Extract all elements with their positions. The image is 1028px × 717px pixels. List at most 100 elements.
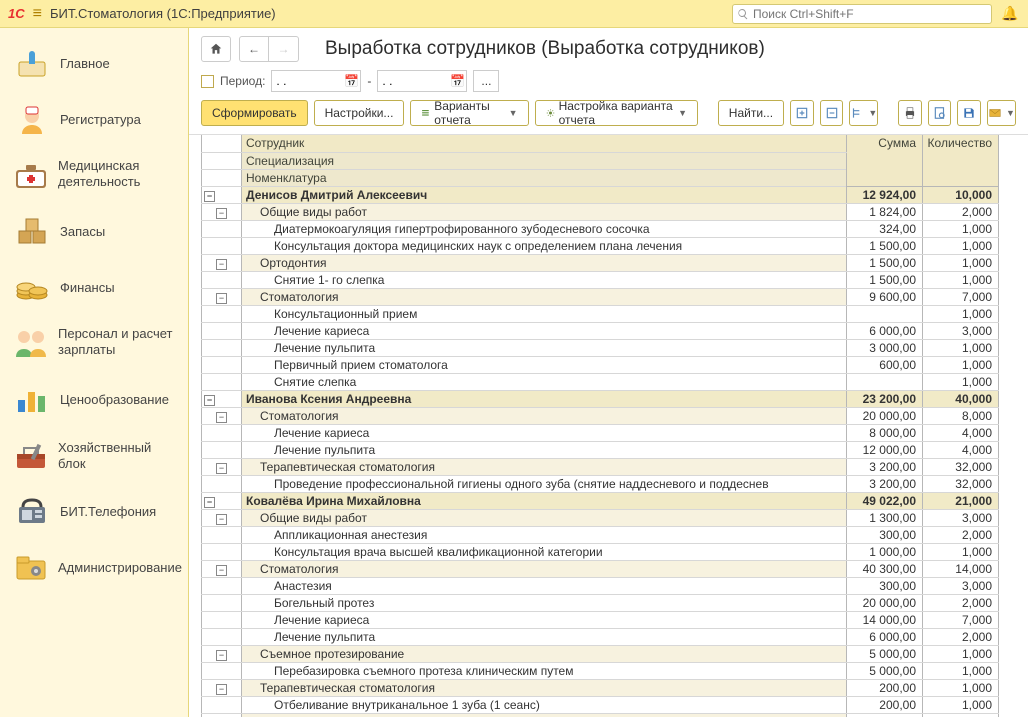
sidebar-item-hr[interactable]: Персонал и расчет зарплаты bbox=[0, 316, 188, 372]
row-qty: 1,000 bbox=[923, 645, 999, 662]
tree-toggle[interactable]: − bbox=[216, 208, 227, 219]
table-row[interactable]: −Ортодонтия1 500,001,000 bbox=[202, 254, 999, 271]
row-sum: 20 000,00 bbox=[847, 407, 923, 424]
sidebar-item-finance[interactable]: Финансы bbox=[0, 260, 188, 316]
sidebar-item-main[interactable]: Главное bbox=[0, 36, 188, 92]
calendar-icon[interactable]: 📅 bbox=[342, 74, 360, 88]
row-qty: 21,000 bbox=[923, 492, 999, 509]
table-row[interactable]: Снятие слепка1,000 bbox=[202, 373, 999, 390]
collapse-icon bbox=[825, 106, 839, 120]
tree-toggle[interactable]: − bbox=[216, 412, 227, 423]
table-row[interactable]: −Стоматология9 600,007,000 bbox=[202, 288, 999, 305]
settings-button[interactable]: Настройки... bbox=[314, 100, 405, 126]
row-sum: 23 200,00 bbox=[847, 390, 923, 407]
table-row[interactable]: Богельный протез20 000,002,000 bbox=[202, 594, 999, 611]
table-row[interactable]: Консультация врача высшей квалификационн… bbox=[202, 543, 999, 560]
row-qty: 8,000 bbox=[923, 407, 999, 424]
table-row[interactable]: Консультация доктора медицинских наук с … bbox=[202, 237, 999, 254]
back-button[interactable]: ← bbox=[239, 36, 269, 62]
report-area[interactable]: Сотрудник Сумма Количество Специализация… bbox=[189, 134, 1028, 717]
table-row[interactable]: −Общие виды работ1 300,003,000 bbox=[202, 509, 999, 526]
table-row[interactable]: Аппликационная анестезия300,002,000 bbox=[202, 526, 999, 543]
row-sum: 6 000,00 bbox=[847, 322, 923, 339]
table-row[interactable]: Лечение пульпита6 000,002,000 bbox=[202, 628, 999, 645]
date-to-input[interactable]: 📅 bbox=[377, 70, 467, 92]
date-from-input[interactable]: 📅 bbox=[271, 70, 361, 92]
report-variants-button[interactable]: Варианты отчета▼ bbox=[410, 100, 528, 126]
table-row[interactable]: Лечение кариеса8 000,004,000 bbox=[202, 424, 999, 441]
tree-toggle[interactable]: − bbox=[216, 650, 227, 661]
row-sum: 1 500,00 bbox=[847, 254, 923, 271]
preview-button[interactable] bbox=[928, 100, 952, 126]
variant-config-button[interactable]: Настройка варианта отчета▼ bbox=[535, 100, 698, 126]
row-sum: 5 000,00 bbox=[847, 662, 923, 679]
toolbar: Сформировать Настройки... Варианты отчет… bbox=[189, 100, 1028, 134]
table-row[interactable]: Анастезия300,003,000 bbox=[202, 577, 999, 594]
table-row[interactable]: −Ковалёва Ирина Михайловна49 022,0021,00… bbox=[202, 492, 999, 509]
table-row[interactable]: Лечение кариеса14 000,007,000 bbox=[202, 611, 999, 628]
collapse-button[interactable] bbox=[820, 100, 844, 126]
print-button[interactable] bbox=[898, 100, 922, 126]
table-row[interactable]: −Съемное протезирование5 000,001,000 bbox=[202, 645, 999, 662]
col-header-spec: Специализация bbox=[242, 152, 847, 169]
period-picker-button[interactable]: ... bbox=[473, 70, 499, 92]
tree-toggle[interactable]: − bbox=[216, 293, 227, 304]
table-row[interactable]: Лечение пульпита12 000,004,000 bbox=[202, 441, 999, 458]
tree-toggle[interactable]: − bbox=[204, 395, 215, 406]
table-row[interactable]: Отбеливание внутриканальное 1 зуба (1 се… bbox=[202, 696, 999, 713]
table-row[interactable]: Перебазировка съемного протеза клиническ… bbox=[202, 662, 999, 679]
col-header-qty: Количество bbox=[923, 135, 999, 186]
sidebar-item-telephony[interactable]: БИТ.Телефония bbox=[0, 484, 188, 540]
table-row[interactable]: Консультационный прием1,000 bbox=[202, 305, 999, 322]
row-sum: 3 200,00 bbox=[847, 458, 923, 475]
calendar-icon[interactable]: 📅 bbox=[448, 74, 466, 88]
table-row[interactable]: −Стоматология40 300,0014,000 bbox=[202, 560, 999, 577]
row-qty: 2,000 bbox=[923, 713, 999, 717]
forward-button[interactable]: → bbox=[269, 36, 299, 62]
table-row[interactable]: Снятие 1- го слепка1 500,001,000 bbox=[202, 271, 999, 288]
hamburger-icon[interactable]: ≡ bbox=[33, 5, 42, 23]
table-row[interactable]: −Иванова Ксения Андреевна23 200,0040,000 bbox=[202, 390, 999, 407]
sidebar-item-household[interactable]: Хозяйственный блок bbox=[0, 428, 188, 484]
structure-button[interactable]: ▼ bbox=[849, 100, 878, 126]
tree-toggle[interactable]: − bbox=[216, 514, 227, 525]
tree-toggle[interactable]: − bbox=[204, 497, 215, 508]
table-row[interactable]: −Хирургическая стоматология2 222,002,000 bbox=[202, 713, 999, 717]
table-row[interactable]: Лечение пульпита3 000,001,000 bbox=[202, 339, 999, 356]
home-button[interactable] bbox=[201, 36, 231, 62]
sidebar-item-stock[interactable]: Запасы bbox=[0, 204, 188, 260]
row-sum: 2 222,00 bbox=[847, 713, 923, 717]
expand-button[interactable] bbox=[790, 100, 814, 126]
run-report-button[interactable]: Сформировать bbox=[201, 100, 308, 126]
tree-toggle[interactable]: − bbox=[216, 463, 227, 474]
row-name: Стоматология bbox=[242, 288, 847, 305]
period-checkbox[interactable] bbox=[201, 75, 214, 88]
row-sum: 6 000,00 bbox=[847, 628, 923, 645]
table-row[interactable]: −Денисов Дмитрий Алексеевич12 924,0010,0… bbox=[202, 186, 999, 203]
sidebar-item-pricing[interactable]: Ценообразование bbox=[0, 372, 188, 428]
bell-icon[interactable]: 🔔 bbox=[1000, 5, 1020, 22]
table-row[interactable]: Диатермокоагуляция гипертрофированного з… bbox=[202, 220, 999, 237]
titlebar: 1C ≡ БИТ.Стоматология (1С:Предприятие) 🔔 bbox=[0, 0, 1028, 28]
sidebar-item-registry[interactable]: Регистратура bbox=[0, 92, 188, 148]
tree-toggle[interactable]: − bbox=[216, 259, 227, 270]
table-row[interactable]: Первичный прием стоматолога600,001,000 bbox=[202, 356, 999, 373]
find-button[interactable]: Найти... bbox=[718, 100, 784, 126]
sidebar-item-medical[interactable]: Медицинская деятельность bbox=[0, 148, 188, 204]
search-placeholder[interactable] bbox=[753, 7, 987, 21]
table-row[interactable]: Лечение кариеса6 000,003,000 bbox=[202, 322, 999, 339]
email-button[interactable]: ▼ bbox=[987, 100, 1016, 126]
table-row[interactable]: −Терапевтическая стоматология3 200,0032,… bbox=[202, 458, 999, 475]
save-button[interactable] bbox=[957, 100, 981, 126]
row-qty: 1,000 bbox=[923, 220, 999, 237]
tree-toggle[interactable]: − bbox=[216, 565, 227, 576]
table-row[interactable]: −Общие виды работ1 824,002,000 bbox=[202, 203, 999, 220]
global-search-input[interactable] bbox=[732, 4, 992, 24]
preview-icon bbox=[933, 106, 947, 120]
tree-toggle[interactable]: − bbox=[216, 684, 227, 695]
sidebar-item-admin[interactable]: Администрирование bbox=[0, 540, 188, 596]
tree-toggle[interactable]: − bbox=[204, 191, 215, 202]
table-row[interactable]: −Терапевтическая стоматология200,001,000 bbox=[202, 679, 999, 696]
table-row[interactable]: −Стоматология20 000,008,000 bbox=[202, 407, 999, 424]
table-row[interactable]: Проведение профессиональной гигиены одно… bbox=[202, 475, 999, 492]
